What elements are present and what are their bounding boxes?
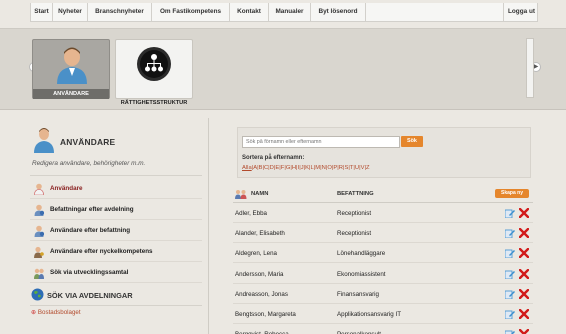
search-input[interactable]: [242, 136, 400, 148]
delete-icon[interactable]: [518, 328, 530, 334]
nav-nyheter[interactable]: Nyheter: [53, 3, 88, 21]
nav-kontakt[interactable]: Kontakt: [230, 3, 269, 21]
edit-icon[interactable]: [504, 229, 515, 239]
expand-icon[interactable]: ⊕: [31, 309, 36, 316]
table-row[interactable]: Andreasson, Jonas Finansansvarig: [233, 285, 533, 304]
table-row[interactable]: Alander, Elisabeth Receptionist: [233, 224, 533, 244]
edit-icon[interactable]: [504, 330, 515, 334]
delete-icon[interactable]: [518, 248, 530, 259]
letter-filter: Alla | A | B | C | D | E | F | G | H | I…: [242, 165, 370, 171]
sidebar-item-befattningar-efter-avdelning[interactable]: Befattningar efter avdelning: [30, 201, 202, 220]
sort-label: Sortera på efternamn:: [242, 155, 305, 161]
section-title-avdelningar: SÖK VIA AVDELNINGAR: [47, 291, 133, 300]
table-row[interactable]: Adler, Ebba Receptionist: [233, 204, 533, 223]
user-role: Lönehandläggare: [337, 250, 386, 258]
sidebar-item-label: Befattningar efter avdelning: [50, 206, 134, 213]
column-header-name[interactable]: NAMN: [251, 191, 268, 197]
sidebar-item-label: Användare efter befattning: [50, 227, 131, 234]
delete-icon[interactable]: [518, 227, 530, 239]
table-row[interactable]: Andersson, Maria Ekonomiassistent: [233, 265, 533, 284]
globe-icon: [31, 288, 44, 301]
nav-byt-losenord[interactable]: Byt lösenord: [311, 3, 366, 21]
letter-filter-z[interactable]: Z: [366, 165, 370, 171]
delete-icon[interactable]: [518, 308, 530, 320]
sidebar-title: ANVÄNDARE: [60, 137, 116, 147]
user-name[interactable]: Andreasson, Jonas: [235, 291, 288, 298]
user-role: Ekonomiassistent: [337, 270, 386, 278]
table-row[interactable]: Bergqvist, RebeccaPersonalkonsult: [233, 325, 533, 334]
module-carousel: ◀ ▶ ANVÄNDARE RÄTTIGHETSSTRUKTUR: [0, 28, 566, 110]
create-user-button[interactable]: Skapa ny: [495, 189, 529, 198]
search-button[interactable]: Sök: [401, 136, 423, 147]
letter-filter-alla[interactable]: Alla: [242, 165, 252, 171]
nav-manualer[interactable]: Manualer: [269, 3, 311, 21]
user-icon: [34, 183, 44, 195]
delete-icon[interactable]: [518, 207, 530, 219]
sidebar-item-sok-via-utvecklingssamtal[interactable]: Sök via utvecklingssamtal: [30, 264, 202, 283]
sidebar-item-label: Sök via utvecklingssamtal: [50, 269, 129, 276]
edit-icon[interactable]: [504, 249, 515, 259]
delete-icon[interactable]: [518, 288, 530, 299]
user-icon: [34, 128, 54, 153]
user-role: Applikationsansvarig IT: [337, 311, 401, 318]
top-nav: Start Nyheter Branschnyheter Om Fastikom…: [30, 3, 538, 22]
tree-item-bostadsbolaget[interactable]: ⊕ Bostadsbolaget: [31, 309, 81, 316]
user-role: Finansansvarig: [337, 290, 379, 298]
edit-icon[interactable]: [504, 270, 515, 279]
logout-link[interactable]: Logga ut: [503, 3, 539, 21]
module-tile-label: RÄTTIGHETSSTRUKTUR: [120, 100, 188, 106]
sidebar-item-anvandare-efter-nyckelkompetens[interactable]: Användare efter nyckelkompetens: [30, 243, 202, 262]
module-tile-partial[interactable]: [526, 38, 534, 98]
users-talk-icon: [34, 268, 44, 279]
sidebar-item-label: Användare: [50, 185, 83, 192]
sidebar-item-label: Användare efter nyckelkompetens: [50, 248, 153, 255]
user-role: Receptionist: [337, 230, 372, 238]
hierarchy-icon: [137, 47, 171, 81]
users-key-icon: [34, 246, 44, 258]
module-tile-label: ANVÄNDARE: [33, 89, 109, 99]
edit-icon[interactable]: [504, 310, 515, 320]
search-panel: Sök Sortera på efternamn: Alla | A | B |…: [237, 127, 531, 178]
user-name[interactable]: Aldegren, Lena: [235, 250, 277, 257]
module-tile-rattighetsstruktur[interactable]: RÄTTIGHETSSTRUKTUR: [115, 39, 193, 106]
user-name[interactable]: Bengtsson, Margareta: [235, 311, 296, 318]
nav-om-fastikompetens[interactable]: Om Fastikompetens: [152, 3, 230, 21]
sidebar-subtitle: Redigera användare, behörigheter m.m.: [32, 160, 146, 167]
delete-icon[interactable]: [518, 268, 530, 279]
user-name[interactable]: Andersson, Maria: [235, 271, 284, 278]
user-info-icon: [34, 204, 44, 216]
users-icon: [235, 190, 247, 199]
column-divider: [208, 118, 209, 334]
divider: [30, 305, 202, 306]
user-name[interactable]: Alander, Elisabeth: [235, 230, 285, 237]
user-role: Receptionist: [337, 210, 372, 217]
tree-item-label: Bostadsbolaget: [37, 309, 81, 316]
table-row[interactable]: Bengtsson, Margareta Applikationsansvarig…: [233, 305, 533, 324]
sidebar-item-anvandare-efter-befattning[interactable]: Användare efter befattning: [30, 222, 202, 241]
column-header-role: BEFATTNING: [337, 191, 374, 197]
module-tile-anvandare[interactable]: ANVÄNDARE: [32, 39, 110, 99]
table-header: NAMN BEFATTNING Skapa ny: [233, 186, 533, 203]
edit-icon[interactable]: [504, 209, 515, 219]
user-info-icon: [34, 225, 44, 237]
user-icon: [57, 47, 87, 84]
user-name[interactable]: Adler, Ebba: [235, 210, 267, 217]
table-row[interactable]: Aldegren, Lena Lönehandläggare: [233, 244, 533, 264]
edit-icon[interactable]: [504, 290, 515, 300]
sidebar-item-anvandare[interactable]: Användare: [30, 180, 202, 199]
nav-start[interactable]: Start: [31, 3, 53, 21]
divider: [30, 175, 202, 176]
nav-branschnyheter[interactable]: Branschnyheter: [88, 3, 152, 21]
